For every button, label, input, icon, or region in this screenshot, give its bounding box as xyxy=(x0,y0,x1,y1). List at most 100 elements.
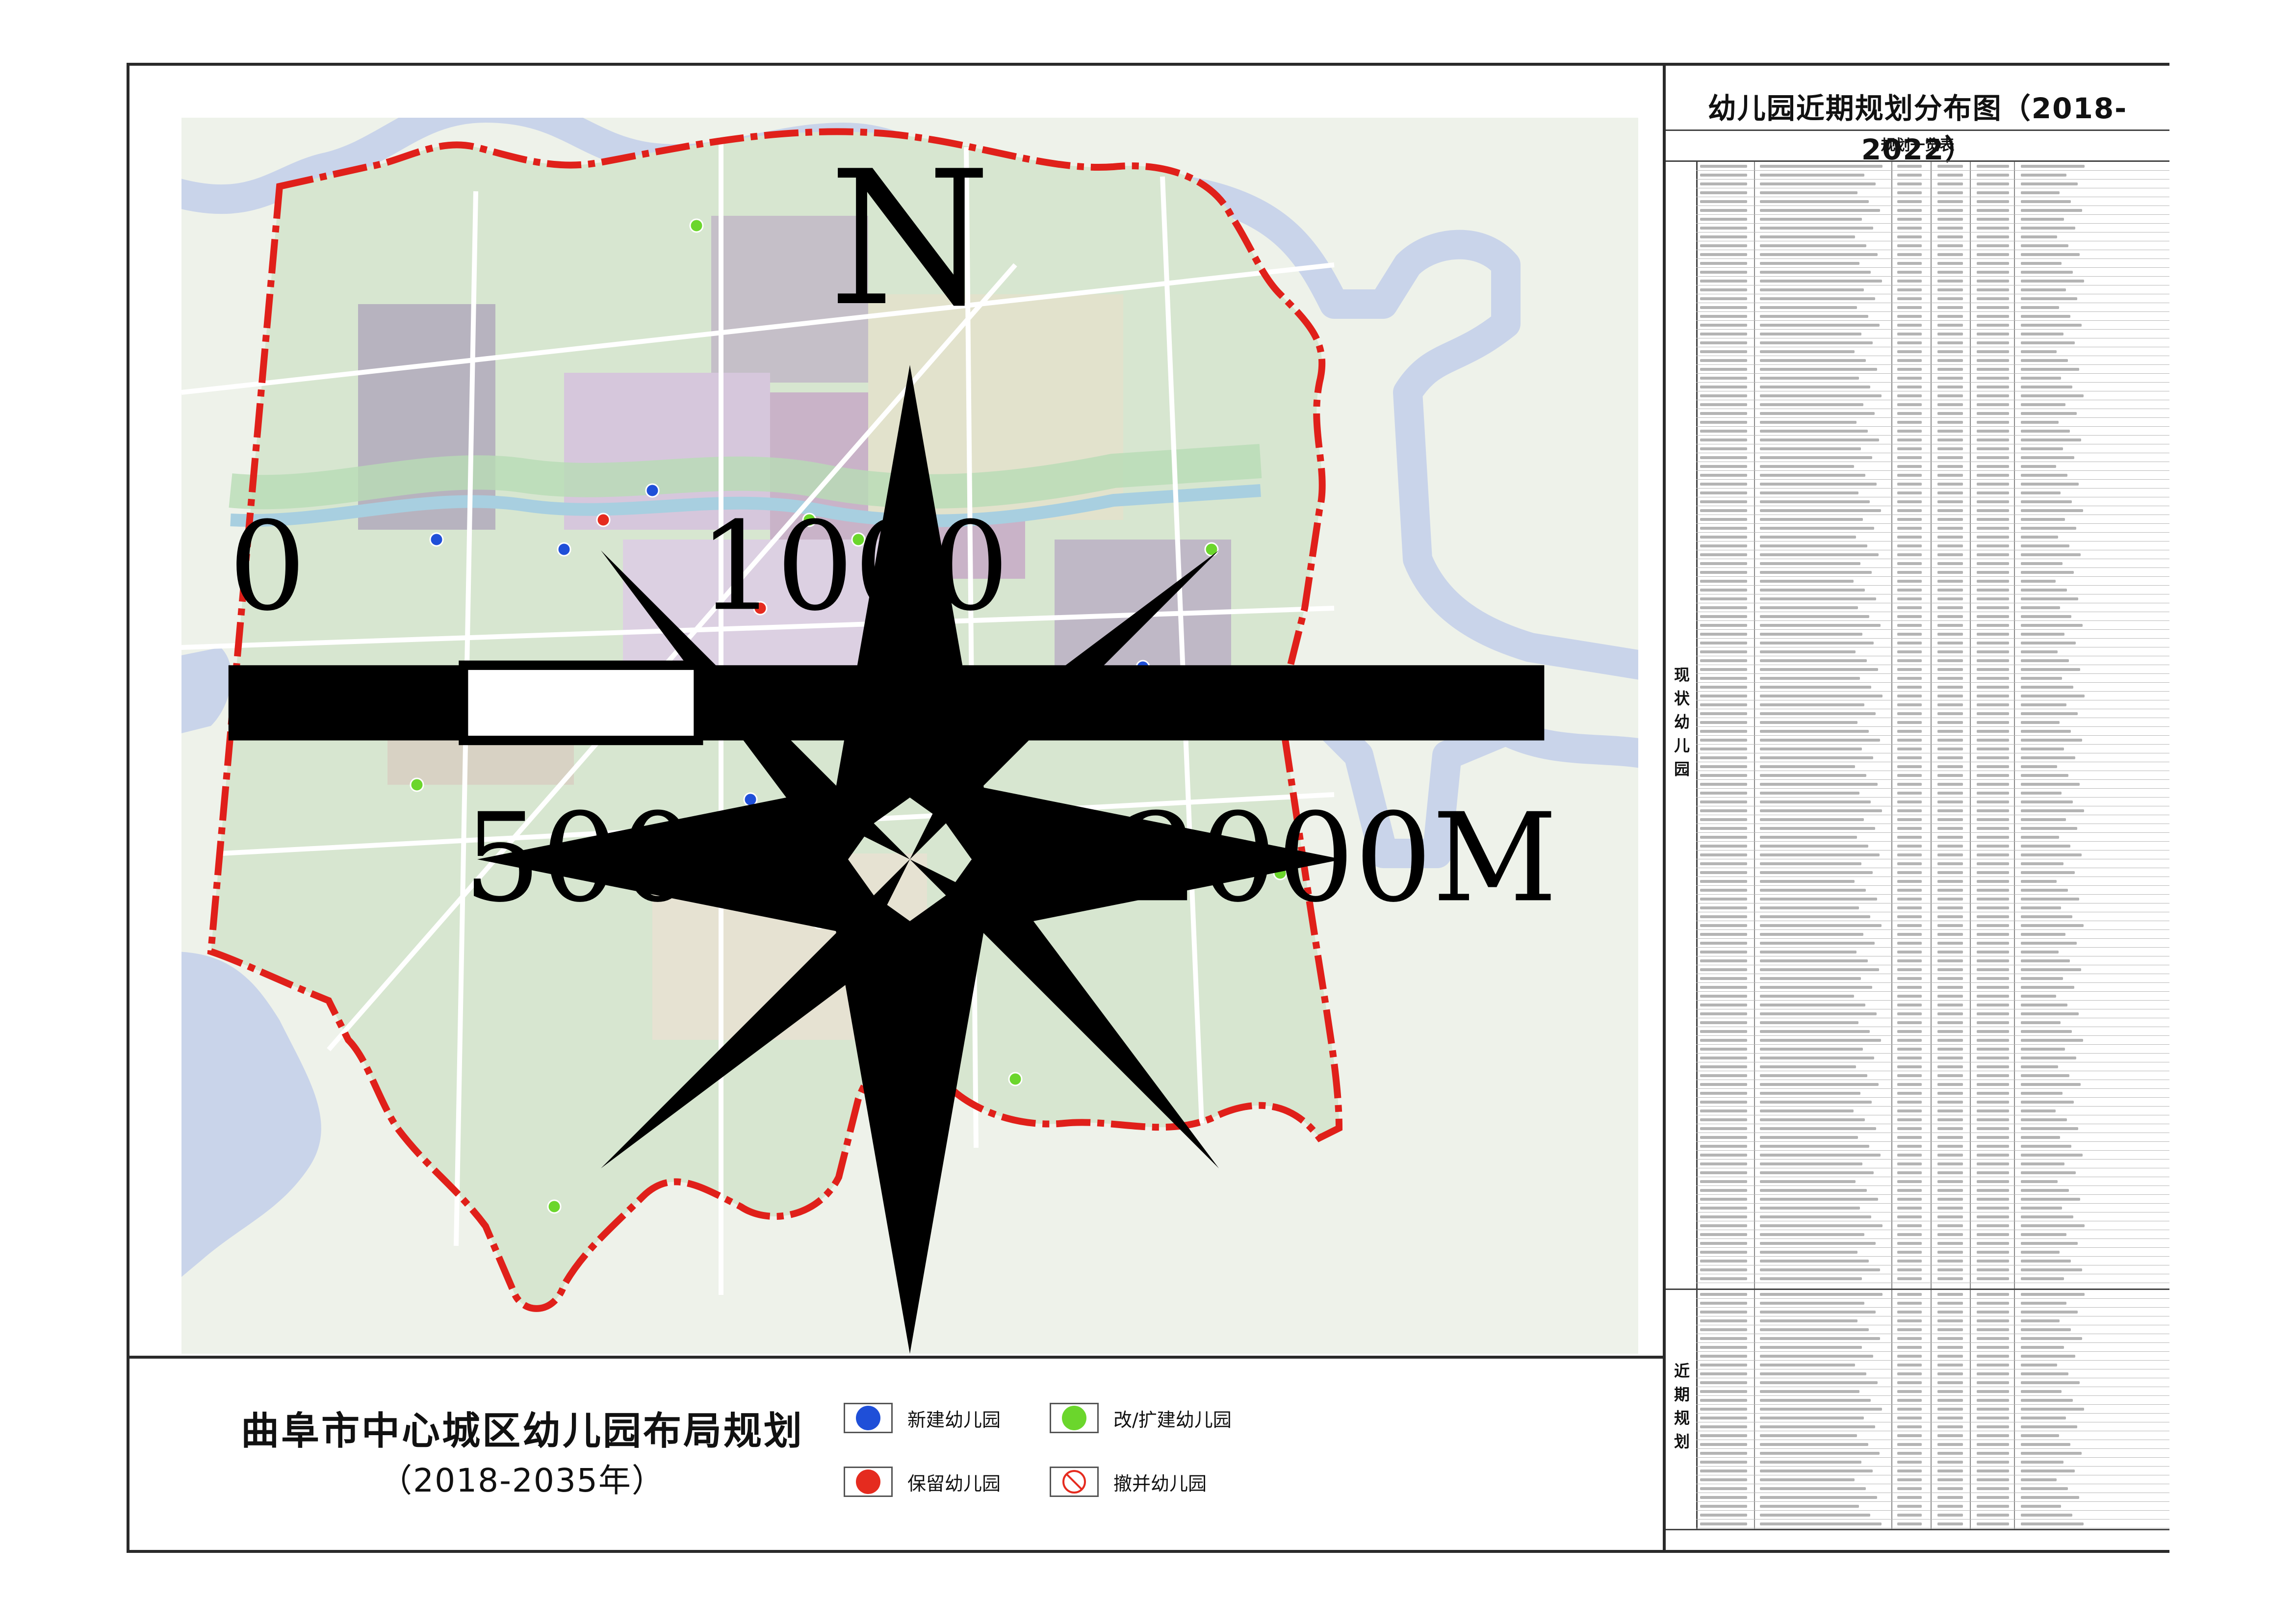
table-row-placeholder xyxy=(1897,377,1922,380)
table-row-placeholder xyxy=(2021,1162,2064,1165)
map-canvas[interactable]: N 0 1000 500 2000M xyxy=(181,118,1638,1354)
table-row-placeholder xyxy=(2021,359,2068,362)
table-row-placeholder xyxy=(1937,1443,1963,1446)
table-row-placeholder xyxy=(1977,942,2009,945)
table-row-placeholder xyxy=(1977,1251,2009,1254)
table-row-placeholder xyxy=(1897,491,1922,494)
legend-retain: 保留幼儿园 xyxy=(844,1467,1001,1497)
table-row-placeholder xyxy=(1897,756,1922,759)
table-row-placeholder xyxy=(1760,924,1882,927)
table-row-placeholder xyxy=(1760,765,1855,768)
table-row-placeholder xyxy=(1760,748,1862,750)
table-row-placeholder xyxy=(1700,182,1747,185)
table-row-placeholder xyxy=(1760,209,1880,212)
table-row-placeholder xyxy=(1977,889,2009,892)
table-row-placeholder xyxy=(1760,871,1873,874)
table-row-placeholder xyxy=(1937,1189,1963,1192)
legend-expand-label: 改/扩建幼儿园 xyxy=(1113,1409,1232,1431)
table-row-placeholder xyxy=(1977,1461,2009,1464)
table-row-placeholder xyxy=(1700,862,1747,865)
table-row-placeholder xyxy=(1977,677,2009,680)
table-row-placeholder xyxy=(1760,200,1869,203)
table-row-placeholder xyxy=(1897,1478,1922,1481)
table-row-placeholder xyxy=(1760,906,1859,909)
table-row-placeholder xyxy=(1897,244,1922,247)
table-row-placeholder xyxy=(1700,1487,1747,1490)
table-row-placeholder xyxy=(1937,553,1963,556)
table-row-placeholder xyxy=(1977,456,2009,459)
table-row-placeholder xyxy=(1700,341,1747,344)
table-row-placeholder xyxy=(1700,783,1747,786)
table-row-placeholder xyxy=(1897,1171,1922,1174)
table-row-placeholder xyxy=(1700,880,1747,883)
table-row-placeholder xyxy=(1977,589,2009,592)
table-row-placeholder xyxy=(1897,1346,1922,1349)
table-row-placeholder xyxy=(1760,1109,1854,1112)
table-row-placeholder xyxy=(1760,341,1873,344)
table-row-placeholder xyxy=(1700,1346,1747,1349)
table-row-placeholder xyxy=(1977,553,2009,556)
table-row-placeholder xyxy=(1937,1452,1963,1455)
table-row-placeholder xyxy=(1700,1189,1747,1192)
table-row-placeholder xyxy=(2021,730,2071,733)
table-row-placeholder xyxy=(1937,527,1963,530)
table-row-placeholder xyxy=(2021,1337,2082,1340)
table-row-placeholder xyxy=(1977,1478,2009,1481)
table-row-placeholder xyxy=(1937,368,1963,371)
table-row-placeholder xyxy=(2021,597,2078,600)
table-row-placeholder xyxy=(1977,509,2009,512)
table-row-placeholder xyxy=(1700,500,1747,503)
table-row-placeholder xyxy=(1977,271,2009,274)
table-row-placeholder xyxy=(1760,845,1868,848)
table-row-placeholder xyxy=(1897,1381,1922,1384)
table-row-placeholder xyxy=(1760,1127,1876,1130)
table-row-placeholder xyxy=(2021,1198,2080,1201)
table-row-placeholder xyxy=(2021,1478,2057,1481)
table-row-placeholder xyxy=(1700,1039,1747,1042)
table-row-placeholder xyxy=(1700,1399,1747,1402)
table-row-placeholder xyxy=(1937,1215,1963,1218)
table-row-placeholder xyxy=(1760,235,1855,238)
table-row-placeholder xyxy=(1700,1434,1747,1437)
table-row-placeholder xyxy=(1937,1505,1963,1508)
table-row-placeholder xyxy=(2021,924,2084,927)
legend-new: 新建幼儿园 xyxy=(844,1403,1001,1433)
table-row-placeholder xyxy=(1760,386,1870,388)
table-row-placeholder xyxy=(1760,686,1871,689)
table-row-placeholder xyxy=(1897,853,1922,856)
table-row-placeholder xyxy=(1700,465,1747,468)
table-row-placeholder xyxy=(1760,712,1876,715)
table-row-placeholder xyxy=(1937,1425,1963,1428)
table-row-placeholder xyxy=(1897,218,1922,221)
table-row-placeholder xyxy=(2021,174,2066,177)
table-row-placeholder xyxy=(1760,509,1881,512)
table-row-placeholder xyxy=(2021,677,2062,680)
table-row-placeholder xyxy=(1700,1505,1747,1508)
table-row-placeholder xyxy=(1977,209,2009,212)
table-row-placeholder xyxy=(1700,368,1747,371)
table-row-placeholder xyxy=(1760,668,1878,671)
table-row-placeholder xyxy=(1897,977,1922,980)
table-row-placeholder xyxy=(1700,200,1747,203)
table-row-placeholder xyxy=(1977,218,2009,221)
table-row-placeholder xyxy=(1937,836,1963,839)
table-row-placeholder xyxy=(2021,562,2063,565)
table-row-placeholder xyxy=(1760,544,1867,547)
table-row-placeholder xyxy=(1937,1154,1963,1157)
table-row-placeholder xyxy=(1760,703,1864,706)
table-row-placeholder xyxy=(2021,836,2059,839)
table-row-placeholder xyxy=(2021,659,2069,662)
table-row-placeholder xyxy=(1977,1514,2009,1517)
table-row-placeholder xyxy=(1937,1311,1963,1314)
table-row-placeholder xyxy=(1937,721,1963,724)
table-row-placeholder xyxy=(1700,553,1747,556)
table-row-placeholder xyxy=(1700,1118,1747,1121)
table-row-placeholder xyxy=(1937,1065,1963,1068)
table-row-placeholder xyxy=(1700,756,1747,759)
table-row-placeholder xyxy=(1977,1469,2009,1472)
table-row-placeholder xyxy=(1700,818,1747,821)
table-row-placeholder xyxy=(1977,1215,2009,1218)
table-row-placeholder xyxy=(2021,1021,2061,1024)
table-row-placeholder xyxy=(1760,995,1854,998)
table-row-placeholder xyxy=(1760,942,1875,945)
